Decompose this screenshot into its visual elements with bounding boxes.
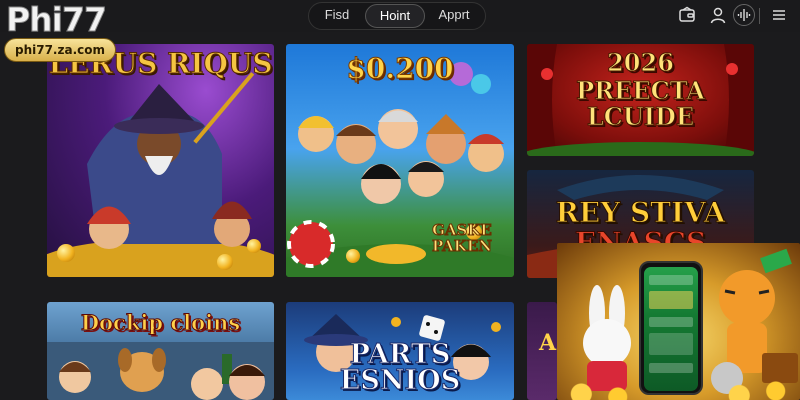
nav-tabs: Fisd Hoint Apprt [308, 2, 486, 30]
sound-icon[interactable] [733, 4, 755, 26]
logo-text: Phi77 [6, 0, 108, 40]
tab-apprt[interactable]: Apprt [425, 4, 483, 28]
top-bar: Fisd Hoint Apprt [0, 0, 800, 32]
coin-pile [557, 370, 800, 400]
game-badge: GASKE PAKEN [431, 221, 492, 255]
game-tile-dockip-cloins[interactable]: Dockip cloins [47, 302, 274, 400]
game-tile-2026-preecta-lcuide[interactable]: 2026 PREECTA LCUIDE [527, 44, 754, 156]
game-title-line3: LCUIDE [586, 102, 695, 131]
game-title-line1: REY STIVA [555, 196, 726, 230]
game-title: Dockip cloins [80, 310, 241, 336]
game-tile-0200[interactable]: $0.200 GASKE PAKEN [286, 44, 514, 277]
game-tile-lerus-riqus[interactable]: LERUS RIQUS [47, 44, 274, 277]
toolbar-divider [759, 8, 760, 24]
tab-hoint[interactable]: Hoint [365, 4, 425, 28]
game-tile-partial[interactable]: A [527, 302, 557, 400]
game-tile-parts-esnios[interactable]: PARTS ESNIOS [286, 302, 514, 400]
game-title: A [539, 330, 557, 356]
game-title-line2: PREECTA [576, 76, 706, 105]
logo-domain: phi77.za.com [4, 38, 116, 62]
app-promo-banner[interactable] [557, 243, 800, 400]
user-icon[interactable] [709, 6, 727, 24]
tab-fisd[interactable]: Fisd [309, 4, 365, 28]
game-title-line2: ESNIOS [339, 365, 461, 396]
game-title: $0.200 [346, 52, 454, 86]
game-title-line1: 2026 [607, 48, 675, 77]
brand-logo[interactable]: Phi77 phi77.za.com [4, 0, 118, 64]
wallet-icon[interactable] [678, 6, 696, 24]
menu-icon[interactable] [770, 6, 788, 24]
